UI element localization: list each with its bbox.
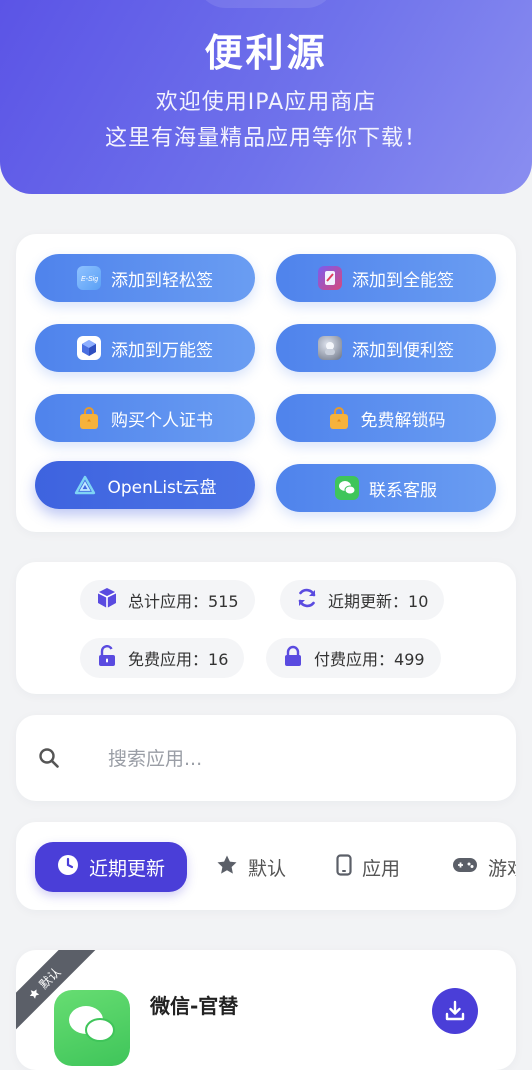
free-unlock-code-button[interactable]: 免费解锁码 (276, 394, 496, 442)
svg-text:E-Sign: E-Sign (81, 276, 98, 283)
button-label: 添加到便利签 (352, 340, 454, 361)
wanneng-app-icon (77, 336, 101, 360)
qingsong-app-icon: E-Sign (77, 266, 101, 290)
button-label: 添加到轻松签 (111, 270, 213, 291)
tab-label: 默认 (248, 857, 287, 880)
search-card (16, 715, 516, 801)
add-to-bianli-button[interactable]: 添加到便利签 (276, 324, 496, 372)
contact-support-button[interactable]: 联系客服 (276, 464, 496, 512)
button-label: OpenList云盘 (107, 477, 217, 498)
stat-value: 499 (394, 650, 425, 669)
stat-value: 515 (208, 592, 239, 611)
tab-apps[interactable]: 应用 (336, 842, 400, 892)
openlist-icon (73, 473, 97, 497)
button-label: 添加到万能签 (111, 340, 213, 361)
app-list-item[interactable]: 默认 微信-官替 (16, 950, 516, 1070)
stat-free-apps: 免费应用：16 (80, 638, 245, 678)
category-tabs-card: 近期更新 默认 应用 游戏 (16, 822, 516, 910)
add-to-quanneng-button[interactable]: 添加到全能签 (276, 254, 496, 302)
quick-actions-card: E-Sign 添加到轻松签 添加到全能签 添加到万能签 添加到便利签 购买个人证… (16, 234, 516, 532)
stat-label: 免费应用： (128, 650, 209, 669)
welcome-text: 欢迎使用IPA应用商店 (155, 90, 377, 115)
tab-label: 近期更新 (89, 857, 166, 880)
button-label: 购买个人证书 (111, 410, 213, 431)
clock-icon (57, 854, 79, 881)
welcome-subtext: 这里有海量精品应用等你下载！ (104, 126, 427, 151)
header-notch (196, 0, 336, 8)
add-to-wanneng-button[interactable]: 添加到万能签 (35, 324, 255, 372)
stat-label: 总计应用： (128, 592, 209, 611)
phone-icon (336, 853, 352, 881)
add-to-qingsong-button[interactable]: E-Sign 添加到轻松签 (35, 254, 255, 302)
header-banner: 便利源 欢迎使用IPA应用商店 这里有海量精品应用等你下载！ (0, 0, 532, 194)
search-icon (38, 747, 60, 773)
download-icon (445, 1000, 465, 1021)
stat-label: 近期更新： (328, 592, 409, 611)
wechat-icon (335, 476, 359, 500)
store-title: 便利源 (204, 31, 328, 75)
stat-recent-updates: 近期更新：10 (280, 580, 445, 620)
bianli-app-icon (318, 336, 342, 360)
stats-card: 总计应用：515 近期更新：10 免费应用：16 付费应用：499 (16, 562, 516, 694)
search-input[interactable] (106, 737, 496, 781)
refresh-icon (296, 587, 318, 613)
star-icon (29, 988, 40, 999)
tab-recent-updates[interactable]: 近期更新 (35, 842, 188, 892)
button-label: 免费解锁码 (360, 410, 446, 431)
cube-icon (96, 587, 118, 613)
buy-certificate-button[interactable]: 购买个人证书 (35, 394, 255, 442)
gamepad-icon (452, 856, 478, 879)
unlock-icon (96, 645, 118, 671)
quanneng-app-icon (318, 266, 342, 290)
shopping-bag-icon (77, 406, 101, 430)
stat-label: 付费应用： (314, 650, 395, 669)
star-icon (216, 854, 238, 881)
tab-label: 游戏 (488, 857, 516, 880)
tab-default[interactable]: 默认 (216, 842, 286, 892)
app-name: 微信-官替 (150, 994, 239, 1018)
button-label: 联系客服 (369, 480, 437, 501)
tab-label: 应用 (362, 857, 401, 880)
openlist-cloud-button[interactable]: OpenList云盘 (35, 461, 255, 509)
wechat-app-icon (54, 990, 130, 1066)
stat-total-apps: 总计应用：515 (80, 580, 255, 620)
lock-icon (282, 645, 304, 671)
stat-paid-apps: 付费应用：499 (266, 638, 441, 678)
download-button[interactable] (432, 988, 478, 1034)
tab-games[interactable]: 游戏 (452, 842, 516, 892)
stat-value: 10 (408, 592, 429, 611)
default-badge-label: 默认 (36, 964, 64, 992)
stat-value: 16 (208, 650, 229, 669)
button-label: 添加到全能签 (352, 270, 454, 291)
shopping-bag-icon (327, 406, 351, 430)
